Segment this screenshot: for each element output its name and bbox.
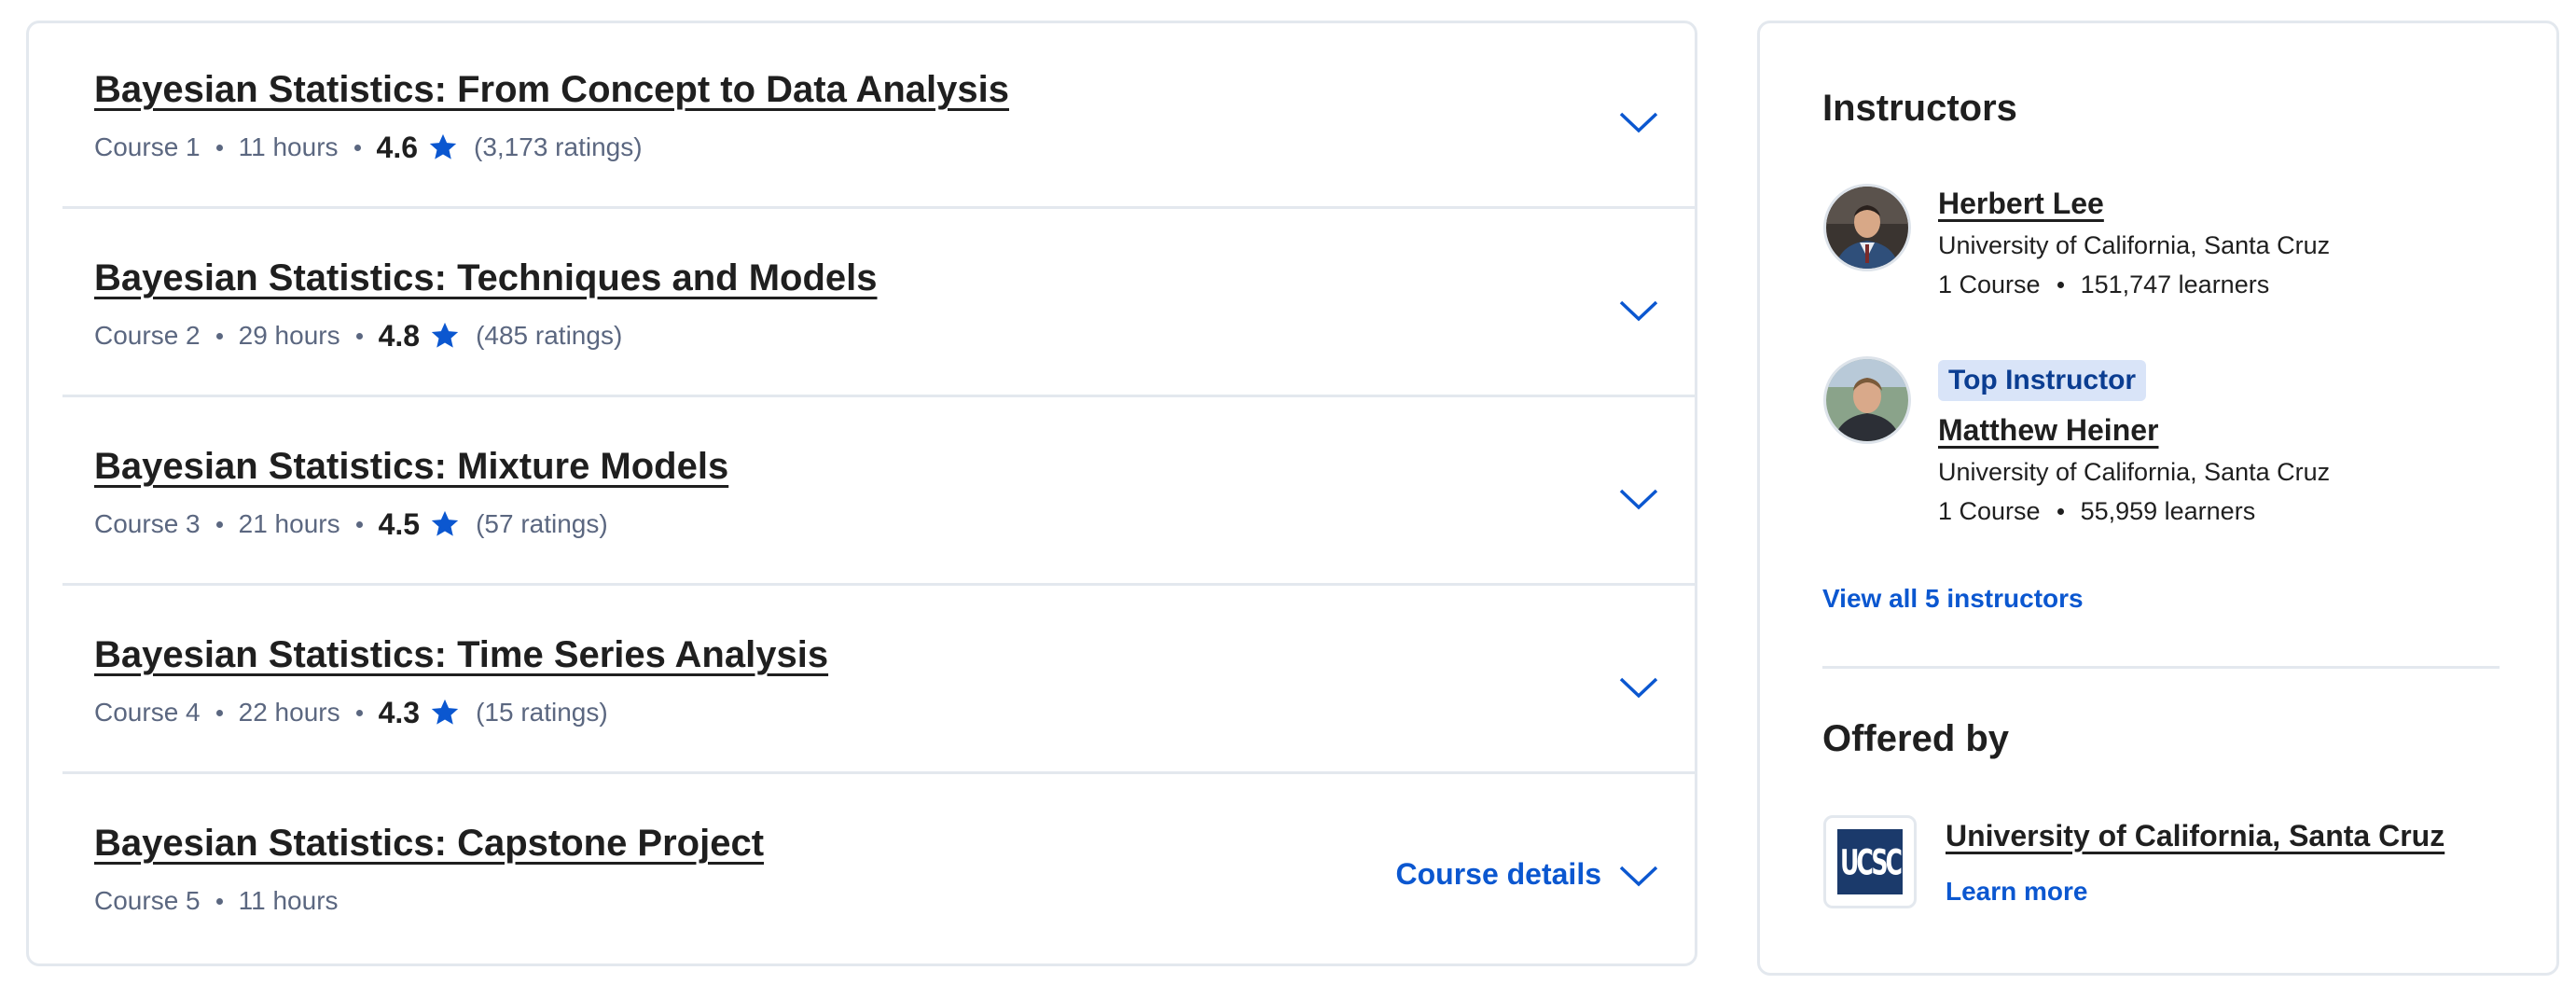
top-instructor-badge: Top Instructor bbox=[1938, 360, 2147, 401]
offered-by-heading: Offered by bbox=[1822, 718, 2010, 759]
star-icon bbox=[431, 322, 459, 348]
course-row[interactable]: Bayesian Statistics: Mixture Models Cour… bbox=[62, 397, 1695, 586]
course-number: Course 1 bbox=[94, 132, 201, 161]
course-meta: Course 2 29 hours 4.8 (485 ratings) bbox=[94, 315, 622, 356]
separator-dot bbox=[353, 144, 361, 151]
course-row[interactable]: Bayesian Statistics: Capstone Project Co… bbox=[62, 774, 1695, 963]
separator-dot bbox=[355, 709, 363, 716]
star-icon bbox=[429, 133, 457, 159]
instructor-stats: 1 Course 55,959 learners bbox=[1938, 497, 2255, 526]
avatar-photo bbox=[1826, 187, 1908, 269]
chevron-down-icon[interactable] bbox=[1618, 675, 1659, 700]
course-rating: 4.3 bbox=[378, 695, 421, 729]
separator-dot bbox=[215, 520, 223, 528]
separator-dot bbox=[215, 144, 223, 151]
instructor-learners: 151,747 learners bbox=[2080, 270, 2270, 298]
separator-dot bbox=[355, 520, 363, 528]
course-hours: 11 hours bbox=[238, 886, 339, 915]
university-name-link[interactable]: University of California, Santa Cruz bbox=[1946, 819, 2444, 853]
course-meta: Course 5 11 hours bbox=[94, 880, 339, 922]
course-meta: Course 3 21 hours 4.5 (57 ratings) bbox=[94, 504, 608, 545]
chevron-down-icon[interactable] bbox=[1618, 298, 1659, 323]
separator-dot bbox=[2057, 282, 2064, 288]
logo-text: UCSC bbox=[1839, 840, 1903, 883]
chevron-down-icon[interactable] bbox=[1618, 487, 1659, 511]
instructor-courses: 1 Course bbox=[1938, 497, 2041, 525]
separator-dot bbox=[215, 709, 223, 716]
instructor-stats: 1 Course 151,747 learners bbox=[1938, 270, 2269, 299]
course-rating: 4.5 bbox=[378, 506, 421, 541]
separator-dot bbox=[355, 332, 363, 340]
ucsc-logo: UCSC bbox=[1837, 829, 1903, 894]
course-meta: Course 1 11 hours 4.6 (3,173 ratings) bbox=[94, 127, 643, 168]
star-icon bbox=[431, 510, 459, 536]
ratings-count: (57 ratings) bbox=[476, 509, 608, 538]
instructors-heading: Instructors bbox=[1822, 88, 2017, 129]
avatar[interactable] bbox=[1823, 184, 1911, 271]
ratings-count: (15 ratings) bbox=[476, 698, 608, 727]
ratings-count: (3,173 ratings) bbox=[474, 132, 643, 161]
course-meta: Course 4 22 hours 4.3 (15 ratings) bbox=[94, 692, 608, 733]
instructor-learners: 55,959 learners bbox=[2080, 497, 2256, 525]
divider bbox=[1822, 666, 2500, 669]
course-number: Course 4 bbox=[94, 698, 201, 727]
star-icon bbox=[431, 699, 459, 725]
instructor-name-link[interactable]: Herbert Lee bbox=[1938, 187, 2104, 221]
course-number: Course 2 bbox=[94, 321, 201, 350]
course-row[interactable]: Bayesian Statistics: Techniques and Mode… bbox=[62, 209, 1695, 397]
chevron-down-icon[interactable] bbox=[1618, 864, 1659, 888]
ratings-count: (485 ratings) bbox=[476, 321, 623, 350]
course-title-link[interactable]: Bayesian Statistics: Mixture Models bbox=[94, 446, 728, 488]
course-rating: 4.6 bbox=[376, 130, 418, 164]
course-hours: 22 hours bbox=[238, 698, 340, 727]
instructor-org: University of California, Santa Cruz bbox=[1938, 458, 2331, 486]
course-row[interactable]: Bayesian Statistics: From Concept to Dat… bbox=[62, 21, 1695, 209]
separator-dot bbox=[215, 897, 223, 905]
instructor-courses: 1 Course bbox=[1938, 270, 2041, 298]
course-number: Course 5 bbox=[94, 886, 201, 915]
university-logo[interactable]: UCSC bbox=[1823, 815, 1917, 908]
course-title-link[interactable]: Bayesian Statistics: From Concept to Dat… bbox=[94, 69, 1009, 111]
learn-more-link[interactable]: Learn more bbox=[1946, 877, 2088, 907]
separator-dot bbox=[215, 332, 223, 340]
course-hours: 21 hours bbox=[238, 509, 340, 538]
avatar-photo bbox=[1826, 359, 1908, 441]
course-hours: 29 hours bbox=[238, 321, 340, 350]
course-hours: 11 hours bbox=[238, 132, 339, 161]
course-rating: 4.8 bbox=[378, 318, 421, 353]
separator-dot bbox=[2057, 508, 2064, 515]
course-row[interactable]: Bayesian Statistics: Time Series Analysi… bbox=[62, 586, 1695, 774]
course-title-link[interactable]: Bayesian Statistics: Capstone Project bbox=[94, 823, 764, 865]
view-all-instructors-link[interactable]: View all 5 instructors bbox=[1822, 584, 2084, 614]
chevron-down-icon[interactable] bbox=[1618, 110, 1659, 134]
course-title-link[interactable]: Bayesian Statistics: Techniques and Mode… bbox=[94, 257, 878, 299]
course-number: Course 3 bbox=[94, 509, 201, 538]
course-title-link[interactable]: Bayesian Statistics: Time Series Analysi… bbox=[94, 634, 828, 676]
course-details-button[interactable]: Course details bbox=[1395, 857, 1601, 892]
avatar[interactable] bbox=[1823, 356, 1911, 444]
instructor-org: University of California, Santa Cruz bbox=[1938, 231, 2331, 259]
instructor-name-link[interactable]: Matthew Heiner bbox=[1938, 413, 2158, 448]
